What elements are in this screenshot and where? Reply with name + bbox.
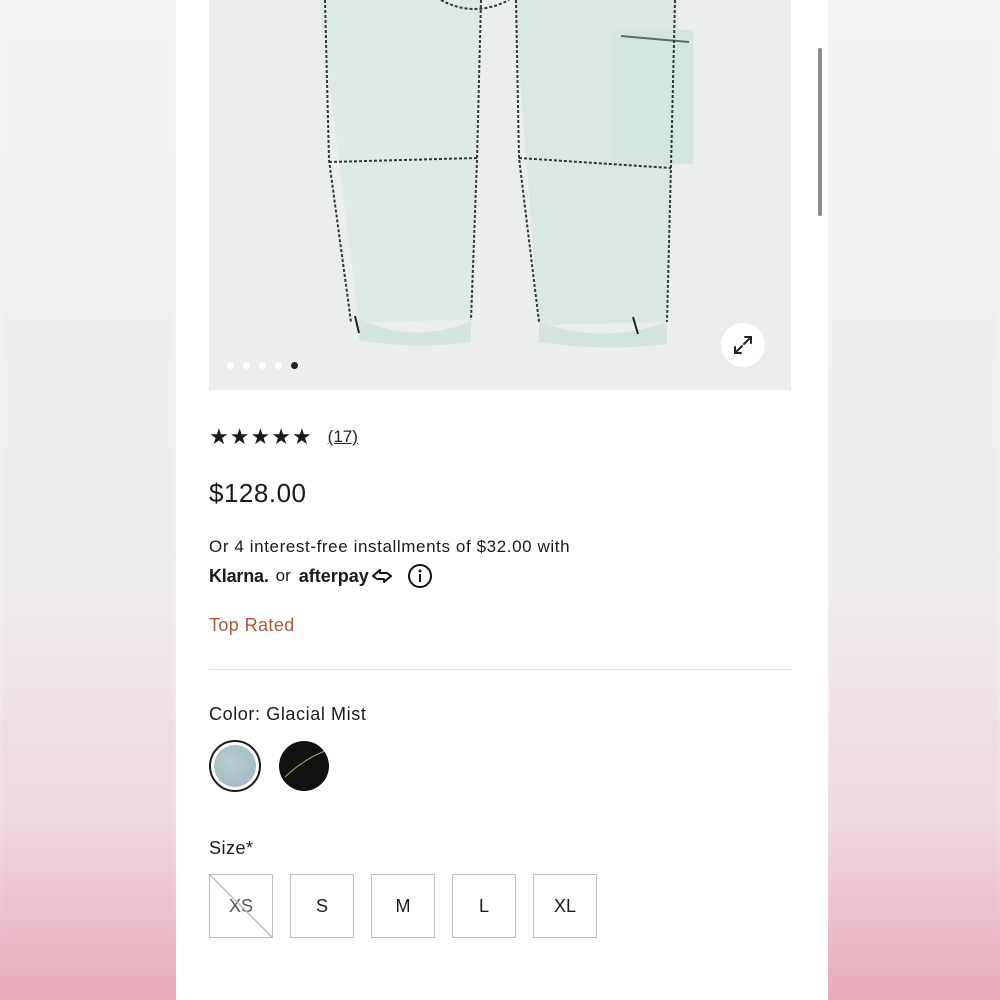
- price: $128.00: [209, 478, 307, 508]
- star-icon: ★: [250, 424, 271, 449]
- afterpay-logo[interactable]: afterpay: [299, 566, 369, 587]
- size-option-s[interactable]: S: [290, 874, 354, 938]
- background-left: [0, 0, 176, 1000]
- top-rated-badge: Top Rated: [209, 615, 295, 635]
- star-icon: ★: [209, 424, 229, 449]
- rating-stars: ★ ★ ★ ★ ★: [209, 426, 312, 448]
- carousel-dot[interactable]: [243, 362, 250, 369]
- size-option-m[interactable]: M: [371, 874, 435, 938]
- carousel-dot[interactable]: [259, 362, 266, 369]
- scrollbar[interactable]: [818, 48, 822, 216]
- carousel-dot[interactable]: [227, 362, 234, 369]
- background-right: [828, 0, 1000, 1000]
- expand-icon: [734, 336, 752, 354]
- size-option-label: L: [478, 895, 489, 916]
- unavailable-strike: [210, 875, 272, 937]
- star-icon: ★: [271, 424, 291, 449]
- color-swatch-black[interactable]: [279, 741, 329, 791]
- color-label: Color: Glacial Mist: [209, 704, 367, 724]
- swatch-fill: [214, 745, 256, 787]
- size-option-label: M: [395, 895, 411, 916]
- product-image[interactable]: [209, 0, 791, 390]
- size-option-l[interactable]: L: [452, 874, 516, 938]
- payment-options: Klarna. or afterpay: [209, 563, 433, 589]
- klarna-logo[interactable]: Klarna.: [209, 566, 269, 587]
- review-count-link[interactable]: (17): [328, 427, 358, 447]
- star-icon: ★: [229, 424, 250, 449]
- afterpay-icon: [371, 569, 392, 583]
- swatch-texture: [284, 750, 326, 778]
- color-swatch-glacial-mist[interactable]: [209, 740, 261, 792]
- size-option-label: XL: [553, 895, 577, 916]
- size-options: XS S M L XL: [209, 874, 597, 938]
- carousel-dot[interactable]: [275, 362, 282, 369]
- expand-button[interactable]: [721, 323, 765, 367]
- divider: [209, 669, 792, 670]
- size-label: Size*: [209, 838, 254, 858]
- star-icon: ★: [291, 424, 312, 449]
- or-text: or: [275, 566, 291, 585]
- carousel-dot-active[interactable]: [291, 362, 298, 369]
- pants-illustration: [209, 0, 791, 390]
- installments-text: Or 4 interest-free installments of $32.0…: [209, 537, 571, 556]
- size-option-xs[interactable]: XS: [209, 874, 273, 938]
- carousel-dots: [227, 362, 298, 369]
- rating-row[interactable]: ★ ★ ★ ★ ★ (17): [209, 426, 358, 448]
- color-swatches: [209, 740, 329, 792]
- size-option-xl[interactable]: XL: [533, 874, 597, 938]
- product-page: ★ ★ ★ ★ ★ (17) $128.00 Or 4 interest-fre…: [176, 0, 828, 1000]
- size-option-label: S: [315, 895, 328, 916]
- info-icon[interactable]: [407, 563, 433, 589]
